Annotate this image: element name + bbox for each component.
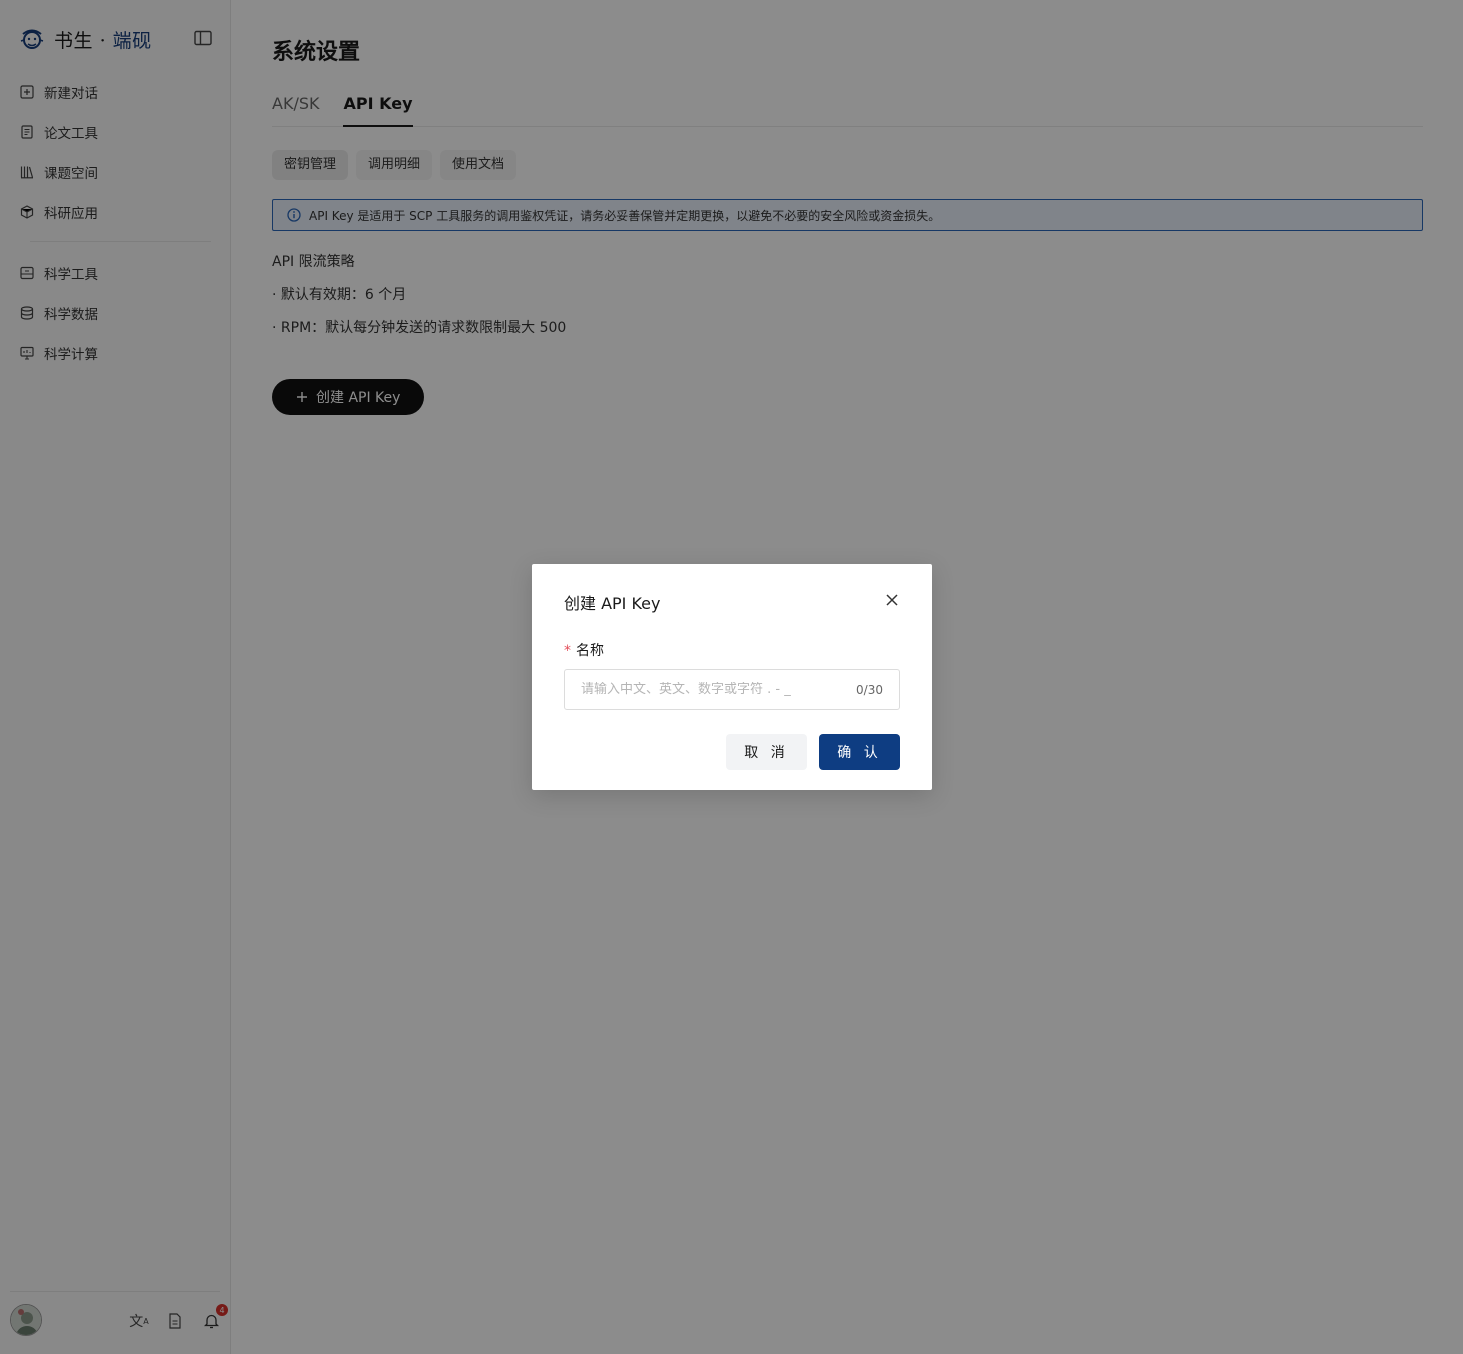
- name-field: 0/30: [564, 669, 900, 710]
- name-input[interactable]: [581, 682, 857, 697]
- dialog-title: 创建 API Key: [564, 594, 661, 613]
- char-counter: 0/30: [856, 682, 883, 697]
- close-icon[interactable]: [884, 592, 900, 608]
- confirm-button[interactable]: 确 认: [819, 734, 900, 770]
- create-api-key-dialog: 创建 API Key * 名称 0/30 取 消 确 认: [532, 564, 932, 790]
- required-mark: *: [564, 643, 571, 659]
- name-field-label: * 名称: [564, 640, 604, 660]
- cancel-button[interactable]: 取 消: [726, 734, 807, 770]
- field-label-text: 名称: [576, 643, 604, 659]
